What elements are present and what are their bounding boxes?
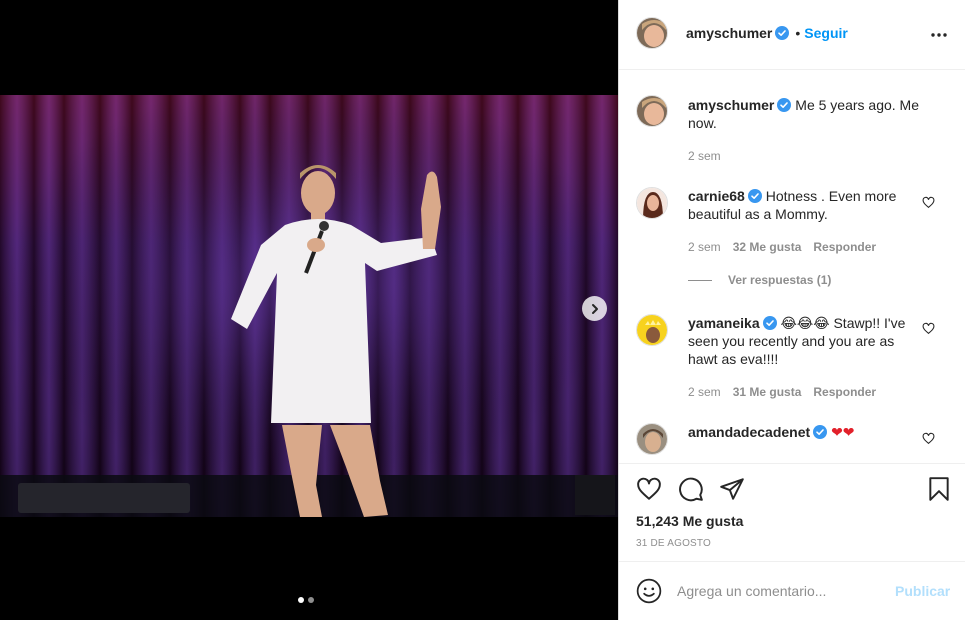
comment-time[interactable]: 2 sem: [688, 385, 721, 399]
carousel-indicator: [298, 597, 314, 603]
post-side-panel: amyschumer • Seguir amyschumer Me 5 year…: [618, 0, 965, 620]
comment-text: ❤❤: [831, 424, 855, 440]
post-actions: 51,243 Me gusta 31 DE AGOSTO: [619, 463, 965, 561]
replies-divider: [688, 279, 712, 281]
post-header: amyschumer • Seguir: [619, 0, 965, 70]
author-username[interactable]: amyschumer: [686, 25, 772, 41]
comments-list[interactable]: amyschumer Me 5 years ago. Me now. 2 sem…: [619, 71, 965, 463]
publish-button[interactable]: Publicar: [895, 583, 950, 599]
comment-author[interactable]: yamaneika: [688, 315, 760, 331]
comment-input[interactable]: [677, 580, 877, 602]
reply-button[interactable]: Responder: [813, 240, 876, 254]
author-avatar[interactable]: [636, 17, 668, 49]
comment-text-block: carnie68 Hotness . Even more beautiful a…: [688, 187, 926, 223]
smiley-icon[interactable]: [636, 578, 662, 604]
like-comment-heart-icon[interactable]: [922, 322, 935, 335]
comment-meta: 2 sem 32 Me gusta Responder: [688, 240, 876, 254]
likes-count[interactable]: 51,243 Me gusta: [636, 513, 743, 529]
post-date[interactable]: 31 DE AGOSTO: [636, 538, 711, 549]
view-replies-button[interactable]: Ver respuestas (1): [688, 273, 831, 287]
more-options-icon[interactable]: [931, 27, 947, 43]
comment-text-block: amandadecadenet ❤❤: [688, 423, 926, 441]
comment-bubble-icon[interactable]: [678, 476, 704, 502]
commenter-avatar[interactable]: [636, 187, 668, 219]
verified-badge-icon: [777, 98, 792, 112]
verified-badge-icon: [775, 26, 790, 40]
comment-likes[interactable]: 31 Me gusta: [733, 385, 802, 399]
comment-meta: 2 sem 31 Me gusta Responder: [688, 385, 876, 399]
carousel-dot: [308, 597, 314, 603]
verified-badge-icon: [762, 316, 777, 330]
header-user-row: amyschumer • Seguir: [686, 25, 848, 41]
view-replies-label: Ver respuestas (1): [728, 273, 832, 287]
follow-button[interactable]: Seguir: [804, 25, 848, 41]
reply-button[interactable]: Responder: [813, 385, 876, 399]
comment-likes[interactable]: 32 Me gusta: [733, 240, 802, 254]
commenter-avatar[interactable]: [636, 314, 668, 346]
comment-text-block: yamaneika 😂😂😂 Stawp!! I've seen you rece…: [688, 314, 926, 368]
post-media: [0, 0, 618, 620]
caption-time[interactable]: 2 sem: [688, 149, 721, 163]
comment-composer: Publicar: [619, 561, 965, 620]
like-comment-heart-icon[interactable]: [922, 196, 935, 209]
post-photo[interactable]: [0, 95, 618, 517]
next-slide-button[interactable]: [582, 296, 607, 321]
author-avatar[interactable]: [636, 95, 668, 127]
like-comment-heart-icon[interactable]: [922, 432, 935, 445]
verified-badge-icon: [747, 189, 762, 203]
paper-plane-icon[interactable]: [719, 476, 745, 502]
comment-author[interactable]: carnie68: [688, 188, 745, 204]
commenter-avatar[interactable]: [636, 423, 668, 455]
comment-author[interactable]: amandadecadenet: [688, 424, 810, 440]
comment-time[interactable]: 2 sem: [688, 240, 721, 254]
verified-badge-icon: [813, 425, 828, 439]
carousel-dot-active: [298, 597, 304, 603]
caption-meta: 2 sem: [688, 149, 721, 163]
bookmark-icon[interactable]: [926, 476, 952, 502]
heart-icon[interactable]: [636, 476, 662, 502]
caption-text-block: amyschumer Me 5 years ago. Me now.: [688, 96, 926, 132]
chevron-right-icon: [591, 303, 598, 314]
follow-separator: •: [795, 25, 801, 41]
caption-author[interactable]: amyschumer: [688, 97, 774, 113]
